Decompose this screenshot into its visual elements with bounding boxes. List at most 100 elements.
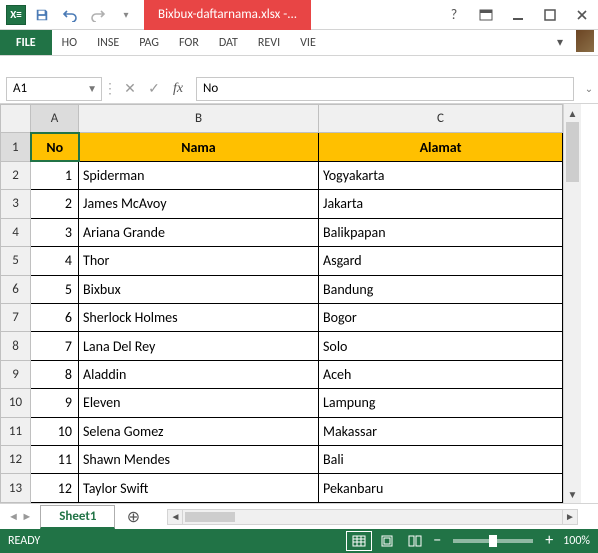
cell-A6[interactable]: 5 — [31, 275, 79, 303]
cell-A5[interactable]: 4 — [31, 247, 79, 275]
sheet-tab-sheet1[interactable]: Sheet1 — [40, 505, 115, 529]
save-button[interactable] — [30, 3, 54, 27]
cell-C2[interactable]: Yogyakarta — [319, 161, 563, 189]
column-header-B[interactable]: B — [79, 105, 319, 133]
cell-C11[interactable]: Makassar — [319, 417, 563, 445]
ribbon-tab-revi[interactable]: REVI — [248, 30, 290, 55]
row-header-11[interactable]: 11 — [1, 417, 31, 445]
normal-view-button[interactable] — [346, 531, 372, 551]
cell-A8[interactable]: 7 — [31, 332, 79, 360]
scroll-right-button[interactable]: ► — [562, 509, 578, 525]
row-header-7[interactable]: 7 — [1, 303, 31, 331]
row-header-9[interactable]: 9 — [1, 360, 31, 388]
minimize-button[interactable] — [502, 3, 534, 27]
new-sheet-button[interactable]: ⊕ — [119, 506, 147, 528]
ribbon-tab-dat[interactable]: DAT — [209, 30, 248, 55]
cell-A3[interactable]: 2 — [31, 190, 79, 218]
help-button[interactable]: ? — [438, 3, 470, 27]
cell-A11[interactable]: 10 — [31, 417, 79, 445]
column-header-A[interactable]: A — [31, 105, 79, 133]
cell-C13[interactable]: Pekanbaru — [319, 474, 563, 503]
close-button[interactable] — [566, 3, 598, 27]
page-layout-view-button[interactable] — [374, 531, 400, 551]
name-box[interactable]: A1 ▼ — [6, 77, 102, 101]
zoom-out-button[interactable]: − — [429, 533, 445, 549]
vertical-scrollbar[interactable]: ▲ ▼ — [563, 104, 581, 503]
cell-C5[interactable]: Asgard — [319, 247, 563, 275]
cell-A9[interactable]: 8 — [31, 360, 79, 388]
cell-C8[interactable]: Solo — [319, 332, 563, 360]
row-header-12[interactable]: 12 — [1, 446, 31, 474]
select-all-corner[interactable] — [1, 105, 31, 133]
zoom-knob[interactable] — [489, 535, 497, 547]
cell-A12[interactable]: 11 — [31, 446, 79, 474]
cell-C4[interactable]: Balikpapan — [319, 218, 563, 246]
enter-formula-button[interactable]: ✓ — [142, 77, 166, 101]
cell-B13[interactable]: Taylor Swift — [79, 474, 319, 503]
qat-customize-button[interactable]: ▾ — [114, 3, 138, 27]
cell-A13[interactable]: 12 — [31, 474, 79, 503]
cell-B4[interactable]: Ariana Grande — [79, 218, 319, 246]
cell-A4[interactable]: 3 — [31, 218, 79, 246]
chevron-down-icon[interactable]: ▼ — [87, 82, 97, 95]
cell-C7[interactable]: Bogor — [319, 303, 563, 331]
row-header-8[interactable]: 8 — [1, 332, 31, 360]
zoom-slider[interactable] — [453, 539, 533, 543]
scroll-thumb[interactable] — [566, 122, 579, 182]
ribbon-tab-file[interactable]: FILE — [0, 30, 52, 55]
redo-button[interactable] — [86, 3, 110, 27]
undo-button[interactable] — [58, 3, 82, 27]
row-header-6[interactable]: 6 — [1, 275, 31, 303]
worksheet-grid[interactable]: A B C 1 No Nama Alamat 21SpidermanYogyak… — [0, 104, 598, 503]
ribbon-tab-inse[interactable]: INSE — [87, 30, 129, 55]
cell-B8[interactable]: Lana Del Rey — [79, 332, 319, 360]
row-header-13[interactable]: 13 — [1, 474, 31, 503]
cell-B5[interactable]: Thor — [79, 247, 319, 275]
row-header-1[interactable]: 1 — [1, 133, 31, 161]
cell-B1[interactable]: Nama — [79, 133, 319, 161]
excel-icon[interactable]: X≡ — [6, 5, 26, 25]
cell-C3[interactable]: Jakarta — [319, 190, 563, 218]
profile-picture[interactable] — [576, 30, 594, 52]
hscroll-thumb[interactable] — [185, 512, 235, 522]
ribbon-tab-vie[interactable]: VIE — [290, 30, 326, 55]
scroll-up-button[interactable]: ▲ — [564, 104, 581, 122]
cell-C6[interactable]: Bandung — [319, 275, 563, 303]
sheet-nav-buttons[interactable]: ◄ ► — [0, 510, 40, 523]
cell-B10[interactable]: Eleven — [79, 389, 319, 417]
cell-A7[interactable]: 6 — [31, 303, 79, 331]
page-break-view-button[interactable] — [402, 531, 428, 551]
cancel-formula-button[interactable]: ✕ — [118, 77, 142, 101]
cell-B12[interactable]: Shawn Mendes — [79, 446, 319, 474]
row-header-3[interactable]: 3 — [1, 190, 31, 218]
cell-A1[interactable]: No — [31, 133, 79, 161]
scroll-down-button[interactable]: ▼ — [564, 485, 581, 503]
maximize-button[interactable] — [534, 3, 566, 27]
cell-A2[interactable]: 1 — [31, 161, 79, 189]
ribbon-display-button[interactable] — [470, 3, 502, 27]
hscroll-track[interactable] — [183, 509, 562, 525]
zoom-in-button[interactable]: + — [541, 533, 557, 549]
cell-A10[interactable]: 9 — [31, 389, 79, 417]
ribbon-tab-for[interactable]: FOR — [169, 30, 209, 55]
cell-B3[interactable]: James McAvoy — [79, 190, 319, 218]
scroll-track[interactable] — [564, 122, 581, 485]
cell-C9[interactable]: Aceh — [319, 360, 563, 388]
cell-B6[interactable]: Bixbux — [79, 275, 319, 303]
cell-C1[interactable]: Alamat — [319, 133, 563, 161]
insert-function-button[interactable]: fx — [166, 77, 190, 101]
ribbon-collapse-button[interactable]: ▾ — [548, 30, 572, 55]
expand-formula-bar-button[interactable]: ⌄ — [580, 82, 598, 95]
cell-C10[interactable]: Lampung — [319, 389, 563, 417]
row-header-5[interactable]: 5 — [1, 247, 31, 275]
cell-B7[interactable]: Sherlock Holmes — [79, 303, 319, 331]
ribbon-tab-pag[interactable]: PAG — [129, 30, 169, 55]
zoom-level[interactable]: 100% — [563, 534, 590, 548]
ribbon-tab-ho[interactable]: HO — [52, 30, 87, 55]
cell-B2[interactable]: Spiderman — [79, 161, 319, 189]
scroll-left-button[interactable]: ◄ — [167, 509, 183, 525]
row-header-2[interactable]: 2 — [1, 161, 31, 189]
cell-C12[interactable]: Bali — [319, 446, 563, 474]
row-header-10[interactable]: 10 — [1, 389, 31, 417]
formula-input[interactable]: No — [196, 77, 574, 101]
